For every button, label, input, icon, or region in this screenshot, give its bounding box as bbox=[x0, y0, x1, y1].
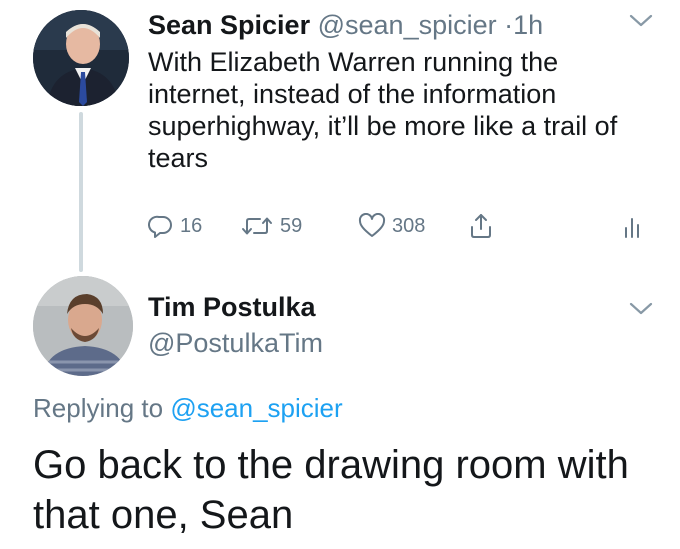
reply-tweet[interactable]: Tim Postulka @PostulkaTim Replying to @s… bbox=[0, 270, 680, 549]
reply-button[interactable]: 16 bbox=[148, 208, 202, 244]
share-icon bbox=[471, 214, 491, 238]
reply-icon bbox=[148, 215, 172, 238]
avatar[interactable] bbox=[33, 276, 133, 376]
avatar[interactable] bbox=[33, 10, 129, 106]
user-handle[interactable]: @PostulkaTim bbox=[148, 326, 323, 360]
analytics-icon bbox=[625, 218, 639, 238]
user-handle[interactable]: @sean_spicier bbox=[318, 10, 497, 40]
separator-dot: · bbox=[504, 10, 514, 40]
replying-to-handle-link[interactable]: @sean_spicier bbox=[170, 393, 342, 423]
like-button[interactable]: 308 bbox=[358, 208, 425, 244]
parent-tweet[interactable]: Sean Spicier @sean_spicier ·1h With Eliz… bbox=[0, 0, 680, 272]
like-count: 308 bbox=[392, 214, 426, 237]
share-button[interactable] bbox=[468, 208, 494, 244]
tweet-header: Sean Spicier @sean_spicier ·1h bbox=[148, 8, 543, 42]
replying-to-line: Replying to @sean_spicier bbox=[33, 392, 343, 424]
thread-connector-line bbox=[79, 112, 83, 272]
chevron-down-icon[interactable] bbox=[628, 12, 654, 30]
analytics-button[interactable] bbox=[622, 208, 642, 244]
avatar-photo bbox=[33, 276, 133, 376]
tweet-time[interactable]: 1h bbox=[513, 10, 543, 40]
display-name[interactable]: Tim Postulka bbox=[148, 290, 316, 324]
retweet-button[interactable]: 59 bbox=[240, 208, 302, 244]
heart-icon bbox=[358, 213, 386, 237]
tweet-text: With Elizabeth Warren running the intern… bbox=[148, 47, 618, 173]
tweet-actions: 16 59 308 bbox=[148, 208, 658, 244]
display-name[interactable]: Sean Spicier bbox=[148, 10, 310, 40]
chevron-down-icon[interactable] bbox=[628, 300, 654, 318]
retweet-count: 59 bbox=[280, 214, 303, 237]
avatar-photo bbox=[33, 10, 129, 106]
tweet-text: Go back to the drawing room with that on… bbox=[33, 443, 629, 537]
reply-count: 16 bbox=[180, 214, 203, 237]
replying-to-label: Replying to bbox=[33, 393, 164, 423]
retweet-icon bbox=[242, 217, 272, 235]
